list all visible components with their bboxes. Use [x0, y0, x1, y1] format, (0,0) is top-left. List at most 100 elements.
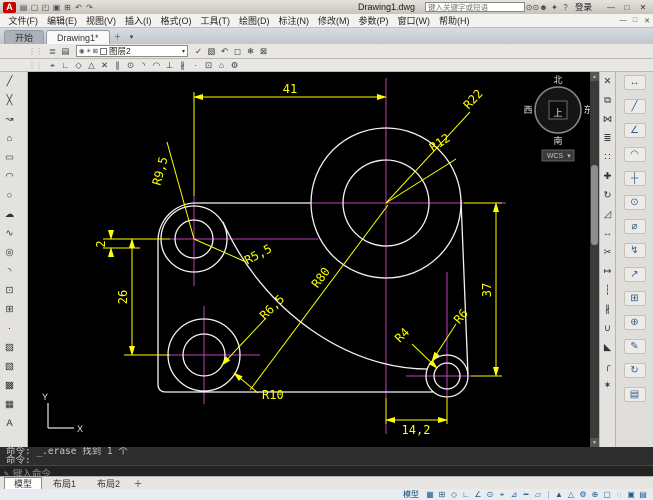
save-icon[interactable]: ▣ [51, 2, 62, 13]
layer-states-icon[interactable]: ▤ [59, 46, 72, 57]
revision-cloud-tool[interactable]: ☁ [3, 208, 16, 221]
layer-lock-icon[interactable]: ⊠ [93, 47, 98, 55]
view-compass[interactable]: 上 北 南 西 东 WCS ▾ [523, 75, 590, 161]
vertical-scrollbar[interactable]: ▲ ▼ [590, 72, 599, 447]
autocad-logo-icon[interactable]: A [3, 2, 16, 13]
customization-icon[interactable]: ▤ [638, 490, 648, 499]
redo-icon[interactable]: ↷ [84, 2, 95, 13]
osnap-settings-icon[interactable]: ⚙ [228, 60, 241, 71]
compass-north-label[interactable]: 北 [553, 75, 562, 85]
dim-center-mark-tool[interactable]: ⊕ [624, 315, 646, 330]
multileader-tool[interactable]: ↗ [624, 267, 646, 282]
dim-angular-tool[interactable]: ∠ [624, 123, 646, 138]
quick-properties-icon[interactable]: ▢ [602, 490, 612, 499]
clean-screen-icon[interactable]: ▣ [626, 490, 636, 499]
dim-r10[interactable]: R10 [262, 388, 284, 402]
hatch-tool[interactable]: ▨ [3, 341, 16, 354]
avatar-icon[interactable]: ☻ [538, 2, 549, 13]
trim-tool[interactable]: ✂ [601, 246, 614, 259]
insert-block-tool[interactable]: ⊡ [3, 284, 16, 297]
ucs-icon[interactable]: Y X [42, 392, 83, 434]
copy-tool[interactable]: ⧉ [601, 94, 614, 107]
break-tool[interactable]: ∦ [601, 303, 614, 316]
osnap-icon[interactable]: ⊙ [485, 490, 495, 500]
dimension-labels[interactable]: 41 R22 R12 R9,5 R5,5 R80 R6,5 R10 R6 R4 … [94, 82, 494, 437]
circle-tool[interactable]: ○ [3, 189, 16, 202]
erase-tool[interactable]: ✕ [601, 75, 614, 88]
close-button[interactable]: ✕ [636, 2, 650, 13]
ellipse-arc-tool[interactable]: ◝ [3, 265, 16, 278]
dim-37[interactable]: 37 [480, 283, 494, 297]
grid-icon[interactable]: ▦ [425, 490, 435, 500]
new-file-icon[interactable]: ▢ [29, 2, 40, 13]
centerlines[interactable] [126, 78, 506, 434]
rectangle-tool[interactable]: ▭ [3, 151, 16, 164]
scale-tool[interactable]: ◿ [601, 208, 614, 221]
dim-ordinate-tool[interactable]: ┼ [624, 171, 646, 186]
compass-south-label[interactable]: 南 [553, 135, 562, 146]
help-icon[interactable]: ? [560, 2, 571, 13]
menu-draw[interactable]: 绘图(D) [235, 14, 275, 27]
dim-r22[interactable]: R22 [461, 87, 486, 112]
annotation-visibility-icon[interactable]: ▲ [554, 490, 564, 499]
stretch-tool[interactable]: ↔ [601, 227, 614, 240]
exchange-apps-icon[interactable]: ✦ [549, 2, 560, 13]
menu-tools[interactable]: 工具(T) [196, 14, 235, 27]
sign-in-button[interactable]: 登录 [575, 1, 592, 13]
tab-model[interactable]: 模型 [4, 477, 42, 489]
snap-perpendicular-icon[interactable]: ⊥ [163, 60, 176, 71]
match-layer-icon[interactable]: ▧ [205, 46, 218, 57]
layer-thaw-icon[interactable]: ☀ [86, 47, 92, 55]
rotate-tool[interactable]: ↻ [601, 189, 614, 202]
dim-update-tool[interactable]: ↻ [624, 363, 646, 378]
freeze-layer-icon[interactable]: ❄ [244, 46, 257, 57]
gradient-tool[interactable]: ▧ [3, 360, 16, 373]
scrollbar-thumb[interactable] [591, 165, 598, 245]
app-menu-icon[interactable]: ▤ [18, 2, 29, 13]
tab-start[interactable]: 开始 [4, 30, 44, 44]
compass-west-label[interactable]: 西 [523, 105, 532, 115]
array-tool[interactable]: ∷ [601, 151, 614, 164]
layer-isolate-icon[interactable]: ◻ [231, 46, 244, 57]
explode-tool[interactable]: ✶ [601, 379, 614, 392]
minimize-button[interactable]: — [604, 2, 618, 13]
snap-from-icon[interactable]: ∟ [59, 60, 72, 71]
ellipse-tool[interactable]: ◎ [3, 246, 16, 259]
point-tool[interactable]: · [3, 322, 16, 335]
spline-tool[interactable]: ∿ [3, 227, 16, 240]
snap-quadrant-icon[interactable]: ◝ [137, 60, 150, 71]
doc-minimize-button[interactable]: — [617, 16, 629, 26]
annotation-monitor-icon[interactable]: ⊕ [590, 490, 600, 499]
menu-modify[interactable]: 修改(M) [314, 14, 355, 27]
snap-nearest-icon[interactable]: ⌂ [215, 60, 228, 71]
menu-format[interactable]: 格式(O) [156, 14, 196, 27]
doc-restore-button[interactable]: □ [629, 16, 641, 26]
dim-linear-tool[interactable]: ↔ [624, 75, 646, 90]
undo-icon[interactable]: ↶ [73, 2, 84, 13]
model-space-toggle[interactable]: 模型 [403, 489, 419, 500]
new-drawing-tab-button[interactable]: ＋ [112, 31, 124, 43]
part-outline[interactable] [158, 203, 433, 392]
dim-r80[interactable]: R80 [309, 265, 333, 291]
object-track-icon[interactable]: ⌖ [497, 490, 507, 500]
menu-insert[interactable]: 插入(I) [121, 14, 157, 27]
snap-center-icon[interactable]: ⊙ [124, 60, 137, 71]
dynamic-input-icon[interactable]: ⊿ [509, 490, 519, 500]
snap-intersection-icon[interactable]: ✕ [98, 60, 111, 71]
arc-tool[interactable]: ◠ [3, 170, 16, 183]
scroll-down-icon[interactable]: ▼ [590, 438, 599, 447]
transparency-icon[interactable]: ▱ [533, 490, 543, 500]
workspace-gear-icon[interactable]: ⚙ [578, 490, 588, 499]
menu-edit[interactable]: 编辑(E) [43, 14, 82, 27]
mirror-tool[interactable]: ⋈ [601, 113, 614, 126]
temp-track-point-icon[interactable]: ⌖ [46, 60, 59, 71]
toolbar-grip[interactable]: ⋮⋮ [28, 47, 42, 56]
maximize-button[interactable]: □ [620, 2, 634, 13]
toolbar-grip[interactable]: ⋮⋮ [28, 61, 42, 70]
menu-view[interactable]: 视图(V) [82, 14, 121, 27]
infer-constraints-icon[interactable]: ◇ [449, 490, 459, 500]
join-tool[interactable]: ∪ [601, 322, 614, 335]
print-icon[interactable]: ⊞ [62, 2, 73, 13]
dim-edit-tool[interactable]: ✎ [624, 339, 646, 354]
layer-on-icon[interactable]: ◉ [79, 47, 85, 55]
